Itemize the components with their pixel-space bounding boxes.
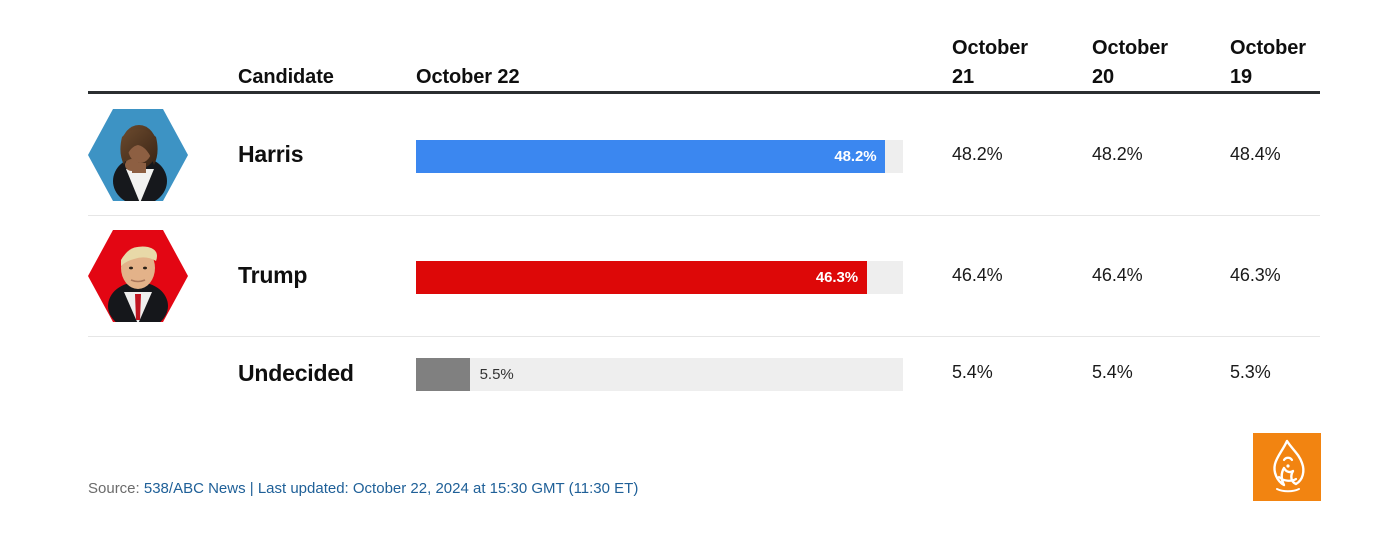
bar-fill-undecided [416, 358, 470, 391]
candidate-name: Trump [238, 262, 308, 288]
bar-value-label: 5.5% [479, 366, 514, 383]
candidate-name: Undecided [238, 360, 354, 386]
history-value-3: 48.4% [1230, 144, 1281, 164]
history-value-3: 5.3% [1230, 362, 1271, 382]
bar-track: 46.3% [416, 261, 903, 294]
hexagon-avatar-harris [88, 109, 188, 201]
source-link[interactable]: 538/ABC News | Last updated: October 22,… [144, 480, 638, 497]
history-value-1: 5.4% [952, 362, 993, 382]
history-value-2: 48.2% [1092, 144, 1143, 164]
bar-track: 5.5% [416, 358, 903, 391]
bar-fill-harris: 48.2% [416, 140, 886, 173]
bar-value-label: 48.2% [834, 148, 877, 165]
column-header-current-date: October 22 [416, 66, 520, 88]
history-value-2: 5.4% [1092, 362, 1133, 382]
history-value-1: 48.2% [952, 144, 1003, 164]
table-row: Undecided 5.5% 5.4% 5.4% 5.3% [88, 337, 1320, 420]
avatar [88, 107, 188, 203]
candidate-name: Harris [238, 141, 304, 167]
column-header-date-3-line2: 19 [1230, 66, 1253, 88]
al-jazeera-logo-icon [1273, 439, 1305, 493]
column-header-date-2-line1: October [1092, 37, 1168, 59]
table-header: Candidate October 22 October 21 October … [88, 14, 1320, 92]
poll-results-card: Candidate October 22 October 21 October … [0, 0, 1380, 534]
hexagon-avatar-trump [88, 230, 188, 322]
bar-value-label: 46.3% [815, 269, 858, 286]
table-row: Harris 48.2% 48.2% 48.2% 48.4% [88, 95, 1320, 215]
source-label: Source: [88, 480, 140, 497]
history-value-3: 46.3% [1230, 265, 1281, 285]
history-value-2: 46.4% [1092, 265, 1143, 285]
column-header-candidate: Candidate [238, 66, 334, 88]
header-divider [88, 91, 1320, 94]
column-header-date-2: October 20 [1092, 34, 1212, 92]
column-header-date-1-line2: 21 [952, 66, 975, 88]
column-header-date-2-line2: 20 [1092, 66, 1115, 88]
column-header-date-3: October 19 [1230, 34, 1350, 92]
history-value-1: 46.4% [952, 265, 1003, 285]
table-row: Trump 46.3% 46.4% 46.4% 46.3% [88, 216, 1320, 336]
column-header-date-3-line1: October [1230, 37, 1306, 59]
column-header-date-1: October 21 [952, 34, 1072, 92]
source-footer: Source: 538/ABC News | Last updated: Oct… [88, 480, 638, 497]
avatar [88, 228, 188, 324]
bar-track: 48.2% [416, 140, 903, 173]
bar-fill-trump: 46.3% [416, 261, 867, 294]
column-header-date-1-line1: October [952, 37, 1028, 59]
al-jazeera-logo [1253, 433, 1321, 501]
